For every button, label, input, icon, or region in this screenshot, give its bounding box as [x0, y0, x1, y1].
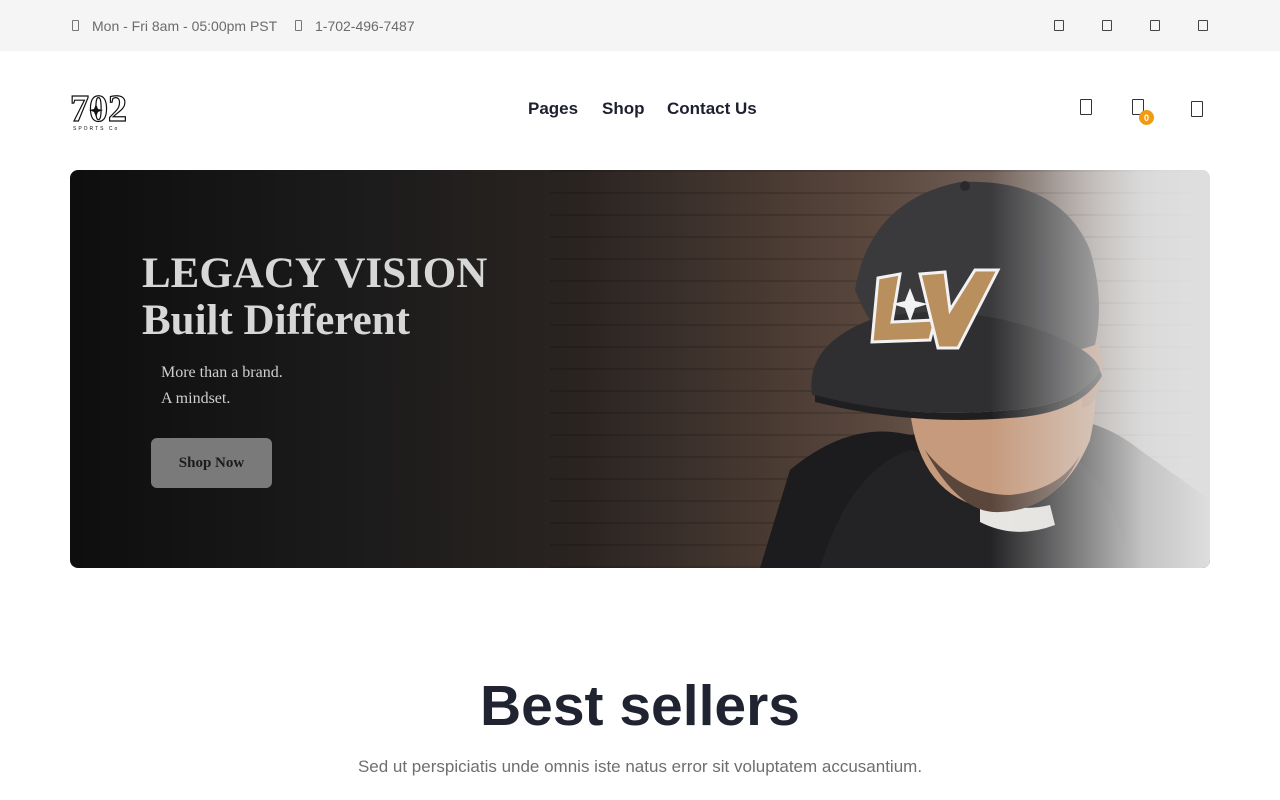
hero-subtitle-line2: A mindset.: [161, 390, 231, 407]
menu-icon[interactable]: [1191, 101, 1203, 117]
hero-subtitle-line1: More than a brand.: [161, 364, 283, 381]
facebook-icon[interactable]: [1054, 20, 1064, 31]
hero-title-line1: LEGACY VISION: [142, 250, 488, 297]
nav-contact-us[interactable]: Contact Us: [667, 99, 757, 119]
user-icon[interactable]: [1080, 99, 1092, 115]
logo-caption: SPORTS Co: [73, 126, 119, 132]
business-hours-text: Mon - Fri 8am - 05:00pm PST: [92, 17, 278, 34]
hero-banner: LEGACY VISION Built Different More than …: [70, 170, 1210, 568]
nav-pages[interactable]: Pages: [528, 99, 578, 119]
hero-right-fade: [990, 170, 1210, 568]
phone-number-text[interactable]: 1-702-496-7487: [315, 18, 415, 34]
business-hours: Mon - Fri 8am - 05:00pm PST: [72, 0, 277, 51]
nav-shop[interactable]: Shop: [602, 99, 645, 119]
shop-now-button[interactable]: Shop Now: [151, 438, 272, 488]
phone-number[interactable]: 1-702-496-7487: [295, 0, 415, 51]
twitter-icon[interactable]: [1102, 20, 1112, 31]
clock-icon: [72, 20, 79, 31]
top-info-bar: Mon - Fri 8am - 05:00pm PST 1-702-496-74…: [0, 0, 1280, 51]
phone-icon: [295, 20, 302, 31]
instagram-icon[interactable]: [1150, 20, 1160, 31]
site-logo[interactable]: 702 SPORTS Co: [69, 87, 127, 132]
best-sellers-title: Best sellers: [479, 674, 801, 738]
best-sellers-subtitle: Sed ut perspiciatis unde omnis iste natu…: [357, 757, 923, 776]
hero-title-line2: Built Different: [142, 297, 410, 344]
cart-count-badge: 0: [1139, 110, 1154, 125]
youtube-icon[interactable]: [1198, 20, 1208, 31]
hero-subtitle: More than a brand. A mindset.: [161, 360, 283, 412]
hero-title: LEGACY VISION Built Different: [142, 250, 487, 344]
logo-mark: 702 SPORTS Co: [69, 87, 127, 132]
